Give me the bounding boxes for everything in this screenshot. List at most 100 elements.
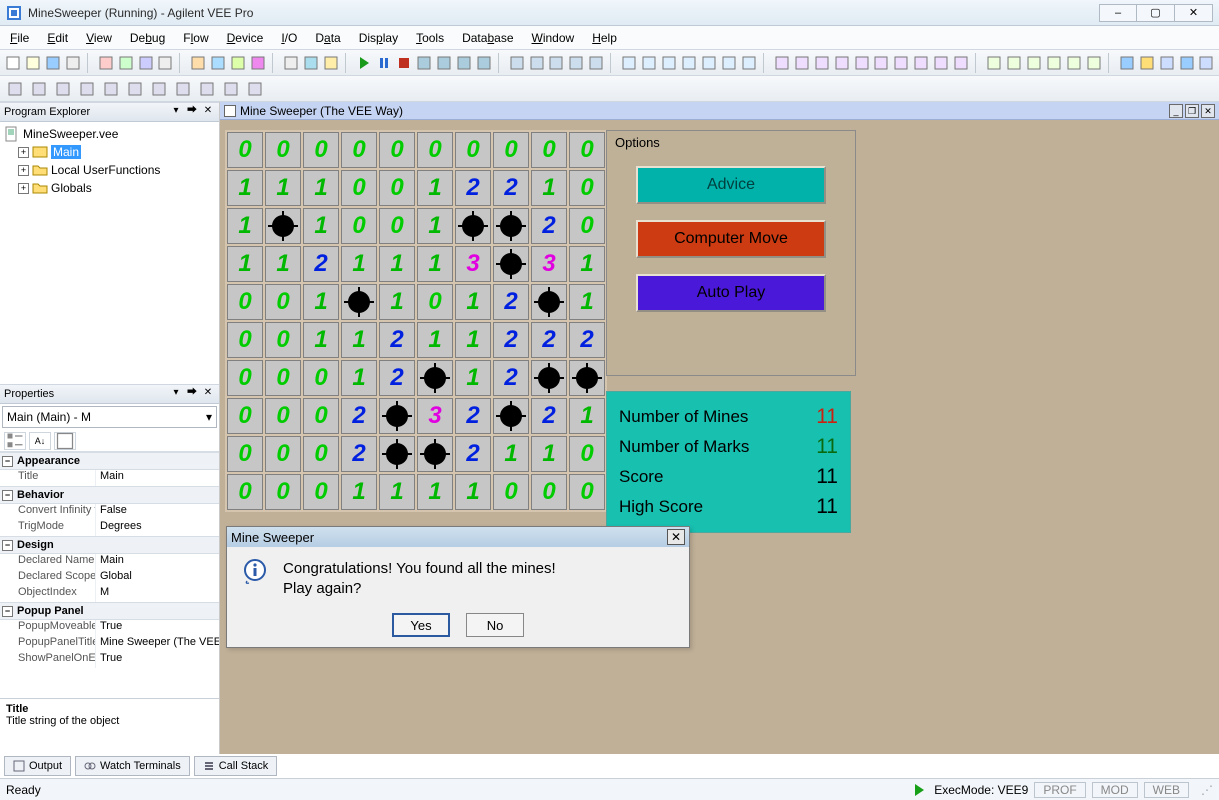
toolbar-icon[interactable]: [190, 52, 208, 74]
panel-dropdown-icon[interactable]: ▾: [169, 387, 183, 401]
workspace-restore-button[interactable]: ❐: [1185, 104, 1199, 118]
number-cell[interactable]: 1: [227, 170, 263, 206]
number-cell[interactable]: 0: [531, 474, 567, 510]
property-row[interactable]: PopupMoveableTrue: [0, 620, 219, 636]
menu-edit[interactable]: Edit: [47, 31, 68, 45]
toolbar-icon[interactable]: [1118, 52, 1136, 74]
number-cell[interactable]: 1: [265, 246, 301, 282]
number-cell[interactable]: 1: [303, 170, 339, 206]
number-cell[interactable]: 1: [303, 322, 339, 358]
number-cell[interactable]: 1: [341, 474, 377, 510]
tab-watch-terminals[interactable]: Watch Terminals: [75, 756, 190, 776]
number-cell[interactable]: 0: [303, 360, 339, 396]
stop-icon[interactable]: [395, 52, 413, 74]
number-cell[interactable]: 0: [379, 208, 415, 244]
property-row[interactable]: ShowPanelOnExTrue: [0, 652, 219, 668]
mine-cell[interactable]: [265, 208, 301, 244]
property-grid[interactable]: −AppearanceTitleMain−BehaviorConvert Inf…: [0, 452, 219, 698]
number-cell[interactable]: 1: [341, 360, 377, 396]
number-cell[interactable]: 1: [417, 322, 453, 358]
number-cell[interactable]: 3: [531, 246, 567, 282]
toolbar-icon[interactable]: [680, 52, 698, 74]
properties-object-select[interactable]: Main (Main) - M ▾: [2, 406, 217, 428]
run-icon[interactable]: [355, 52, 373, 74]
toolbar-icon[interactable]: [833, 52, 851, 74]
number-cell[interactable]: 1: [379, 284, 415, 320]
toolbar-icon[interactable]: [1005, 52, 1023, 74]
property-category[interactable]: −Appearance: [0, 452, 219, 470]
number-cell[interactable]: 0: [569, 170, 605, 206]
toolbar-icon[interactable]: [229, 52, 247, 74]
number-cell[interactable]: 1: [569, 246, 605, 282]
toolbar-icon[interactable]: [137, 52, 155, 74]
pause-icon[interactable]: [375, 52, 393, 74]
toolbar-icon[interactable]: [455, 52, 473, 74]
toolbar-icon[interactable]: [912, 52, 930, 74]
number-cell[interactable]: 0: [265, 474, 301, 510]
toolbar-icon[interactable]: [435, 52, 453, 74]
menu-flow[interactable]: Flow: [183, 31, 208, 45]
number-cell[interactable]: 0: [227, 398, 263, 434]
property-row[interactable]: ObjectIndexM: [0, 586, 219, 602]
number-cell[interactable]: 0: [265, 322, 301, 358]
number-cell[interactable]: 0: [303, 132, 339, 168]
mine-cell[interactable]: [493, 246, 529, 282]
tree-expander-icon[interactable]: +: [18, 183, 29, 194]
number-cell[interactable]: 1: [569, 398, 605, 434]
toolbar-icon[interactable]: [196, 78, 218, 100]
toolbar-icon[interactable]: [660, 52, 678, 74]
number-cell[interactable]: 0: [569, 132, 605, 168]
toolbar-icon[interactable]: [1178, 52, 1196, 74]
minesweeper-grid[interactable]: 0000000000111001221011001201121113310011…: [225, 130, 607, 512]
toolbar-icon[interactable]: [100, 78, 122, 100]
toolbar-icon[interactable]: [793, 52, 811, 74]
toolbar-icon[interactable]: [475, 52, 493, 74]
window-maximize-button[interactable]: ▢: [1137, 4, 1175, 22]
toolbar-icon[interactable]: [4, 52, 22, 74]
number-cell[interactable]: 2: [379, 360, 415, 396]
toolbar-icon[interactable]: [620, 52, 638, 74]
panel-pin-icon[interactable]: ⮕: [185, 387, 199, 401]
mine-cell[interactable]: [417, 360, 453, 396]
toolbar-icon[interactable]: [985, 52, 1003, 74]
toolbar-icon[interactable]: [172, 78, 194, 100]
mine-cell[interactable]: [455, 208, 491, 244]
number-cell[interactable]: 1: [227, 246, 263, 282]
number-cell[interactable]: 0: [493, 474, 529, 510]
toolbar-icon[interactable]: [244, 78, 266, 100]
toolbar-icon[interactable]: [952, 52, 970, 74]
number-cell[interactable]: 1: [379, 246, 415, 282]
toolbar-icon[interactable]: [740, 52, 758, 74]
menu-display[interactable]: Display: [359, 31, 398, 45]
number-cell[interactable]: 0: [569, 208, 605, 244]
toolbar-icon[interactable]: [76, 78, 98, 100]
menu-view[interactable]: View: [86, 31, 112, 45]
number-cell[interactable]: 1: [455, 284, 491, 320]
menu-database[interactable]: Database: [462, 31, 513, 45]
number-cell[interactable]: 0: [569, 474, 605, 510]
menu-tools[interactable]: Tools: [416, 31, 444, 45]
toolbar-icon[interactable]: [873, 52, 891, 74]
toolbar-icon[interactable]: [322, 52, 340, 74]
number-cell[interactable]: 2: [455, 436, 491, 472]
mine-cell[interactable]: [531, 284, 567, 320]
property-row[interactable]: Declared NameMain: [0, 554, 219, 570]
number-cell[interactable]: 1: [569, 284, 605, 320]
number-cell[interactable]: 1: [417, 474, 453, 510]
number-cell[interactable]: 0: [303, 398, 339, 434]
toolbar-icon[interactable]: [302, 52, 320, 74]
toolbar-icon[interactable]: [282, 52, 300, 74]
number-cell[interactable]: 0: [569, 436, 605, 472]
number-cell[interactable]: 0: [493, 132, 529, 168]
property-category[interactable]: −Popup Panel: [0, 602, 219, 620]
number-cell[interactable]: 0: [417, 132, 453, 168]
number-cell[interactable]: 2: [303, 246, 339, 282]
number-cell[interactable]: 1: [417, 170, 453, 206]
tree-item-globals[interactable]: + Globals: [0, 179, 219, 197]
number-cell[interactable]: 0: [303, 436, 339, 472]
panel-close-icon[interactable]: ✕: [201, 105, 215, 119]
toolbar-icon[interactable]: [124, 78, 146, 100]
auto-play-button[interactable]: Auto Play: [636, 274, 826, 312]
dialog-titlebar[interactable]: Mine Sweeper ✕: [227, 527, 689, 547]
number-cell[interactable]: 1: [417, 208, 453, 244]
